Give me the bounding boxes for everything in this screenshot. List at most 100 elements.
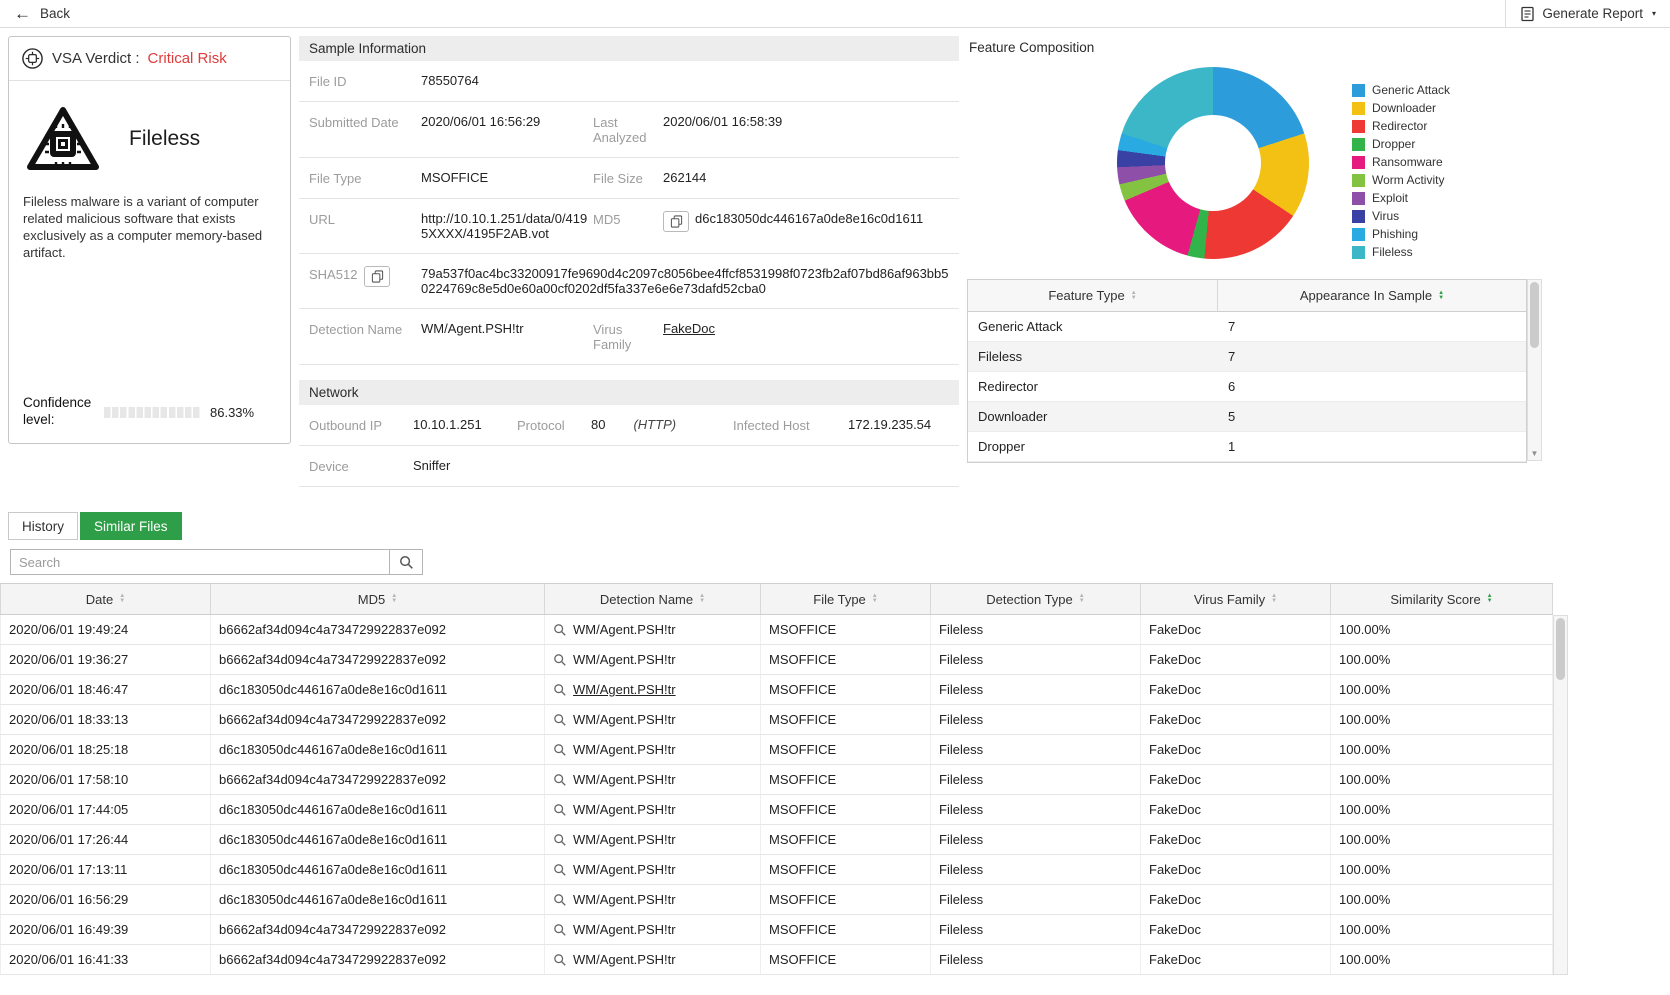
cell-detection-type: Fileless bbox=[931, 915, 1141, 944]
protocol-value: 80 bbox=[591, 417, 605, 432]
back-button[interactable]: ← Back bbox=[0, 0, 84, 27]
tab-bar: History Similar Files bbox=[0, 495, 1670, 540]
appearance-count-cell: 7 bbox=[1218, 342, 1526, 371]
detection-name-link[interactable]: WM/Agent.PSH!tr bbox=[553, 892, 676, 907]
detection-name-link[interactable]: WM/Agent.PSH!tr bbox=[553, 772, 676, 787]
table-row[interactable]: 2020/06/01 16:49:39b6662af34d094c4a73472… bbox=[0, 915, 1553, 945]
detection-name-link[interactable]: WM/Agent.PSH!tr bbox=[553, 742, 676, 757]
legend-item[interactable]: Virus bbox=[1352, 207, 1450, 225]
cell-detection-type: Fileless bbox=[931, 615, 1141, 644]
column-header-detection-name[interactable]: Detection Name▲▼ bbox=[545, 584, 761, 614]
cell-detection-name: WM/Agent.PSH!tr bbox=[545, 945, 761, 974]
cell-detection-name: WM/Agent.PSH!tr bbox=[545, 615, 761, 644]
detection-name-link[interactable]: WM/Agent.PSH!tr bbox=[553, 652, 676, 667]
file-size-label: File Size bbox=[593, 170, 663, 186]
search-button[interactable] bbox=[390, 549, 423, 575]
scrollbar-thumb[interactable] bbox=[1556, 618, 1565, 680]
legend-item[interactable]: Redirector bbox=[1352, 117, 1450, 135]
legend-item[interactable]: Generic Attack bbox=[1352, 81, 1450, 99]
table-row[interactable]: 2020/06/01 19:49:24b6662af34d094c4a73472… bbox=[0, 615, 1553, 645]
table-row[interactable]: 2020/06/01 18:46:47d6c183050dc446167a0de… bbox=[0, 675, 1553, 705]
cell-virus-family: FakeDoc bbox=[1141, 645, 1331, 674]
cell-similarity-score: 100.00% bbox=[1331, 825, 1553, 854]
column-header-label: Detection Name bbox=[600, 592, 693, 607]
file-id-label: File ID bbox=[309, 73, 421, 89]
table-row[interactable]: 2020/06/01 16:56:29d6c183050dc446167a0de… bbox=[0, 885, 1553, 915]
column-header-label: Virus Family bbox=[1194, 592, 1265, 607]
table-row[interactable]: 2020/06/01 17:13:11d6c183050dc446167a0de… bbox=[0, 855, 1553, 885]
legend-item[interactable]: Phishing bbox=[1352, 225, 1450, 243]
column-header-virus-family[interactable]: Virus Family▲▼ bbox=[1141, 584, 1331, 614]
feature-donut-chart[interactable] bbox=[1117, 67, 1309, 259]
virus-family-link[interactable]: FakeDoc bbox=[663, 321, 715, 336]
column-header-similarity-score[interactable]: Similarity Score▲▼ bbox=[1331, 584, 1553, 614]
tab-history[interactable]: History bbox=[8, 512, 78, 540]
column-header-date[interactable]: Date▲▼ bbox=[0, 584, 211, 614]
detection-name-link[interactable]: WM/Agent.PSH!tr bbox=[553, 952, 676, 967]
column-header-feature-type[interactable]: Feature Type ▲▼ bbox=[968, 280, 1218, 311]
column-header-md5[interactable]: MD5▲▼ bbox=[211, 584, 545, 614]
column-header-appearance-in-sample[interactable]: Appearance In Sample ▲▼ bbox=[1218, 280, 1526, 311]
cell-similarity-score: 100.00% bbox=[1331, 765, 1553, 794]
md5-copy-button[interactable] bbox=[663, 211, 689, 232]
cell-detection-name: WM/Agent.PSH!tr bbox=[545, 885, 761, 914]
sha512-row: SHA512 79a537f0ac4bc33200917fe9690d4c209… bbox=[299, 254, 959, 309]
legend-item[interactable]: Ransomware bbox=[1352, 153, 1450, 171]
scrollbar-thumb[interactable] bbox=[1530, 282, 1539, 348]
detection-name-link[interactable]: WM/Agent.PSH!tr bbox=[553, 862, 676, 877]
cell-date: 2020/06/01 17:13:11 bbox=[0, 855, 211, 884]
sample-information-header: Sample Information bbox=[299, 36, 959, 61]
table-row[interactable]: 2020/06/01 18:25:18d6c183050dc446167a0de… bbox=[0, 735, 1553, 765]
detection-name-link[interactable]: WM/Agent.PSH!tr bbox=[553, 832, 676, 847]
cell-md5: d6c183050dc446167a0de8e16c0d1611 bbox=[211, 825, 545, 854]
cell-virus-family: FakeDoc bbox=[1141, 915, 1331, 944]
feature-table-header: Feature Type ▲▼ Appearance In Sample ▲▼ bbox=[968, 280, 1526, 312]
cell-similarity-score: 100.00% bbox=[1331, 795, 1553, 824]
cell-virus-family: FakeDoc bbox=[1141, 945, 1331, 974]
table-row[interactable]: 2020/06/01 18:33:13b6662af34d094c4a73472… bbox=[0, 705, 1553, 735]
sha512-copy-button[interactable] bbox=[364, 266, 390, 287]
table-row[interactable]: 2020/06/01 17:44:05d6c183050dc446167a0de… bbox=[0, 795, 1553, 825]
cell-date: 2020/06/01 16:49:39 bbox=[0, 915, 211, 944]
filetype-row: File Type MSOFFICE File Size 262144 bbox=[299, 158, 959, 199]
detection-name-link[interactable]: WM/Agent.PSH!tr bbox=[553, 922, 676, 937]
feature-table-row: Redirector6 bbox=[968, 372, 1526, 402]
feature-table-scrollbar[interactable]: ▼ bbox=[1527, 279, 1542, 461]
magnifier-icon bbox=[553, 923, 567, 937]
detection-name-link[interactable]: WM/Agent.PSH!tr bbox=[553, 682, 676, 697]
cell-detection-type: Fileless bbox=[931, 855, 1141, 884]
generate-report-button[interactable]: Generate Report ▾ bbox=[1505, 0, 1670, 27]
legend-item[interactable]: Exploit bbox=[1352, 189, 1450, 207]
table-row[interactable]: 2020/06/01 16:41:33b6662af34d094c4a73472… bbox=[0, 945, 1553, 975]
cell-virus-family: FakeDoc bbox=[1141, 765, 1331, 794]
outbound-ip-label: Outbound IP bbox=[309, 417, 413, 433]
tab-similar-files[interactable]: Similar Files bbox=[80, 512, 182, 540]
column-header-file-type[interactable]: File Type▲▼ bbox=[761, 584, 931, 614]
infected-host-label: Infected Host bbox=[733, 417, 848, 433]
table-row[interactable]: 2020/06/01 17:26:44d6c183050dc446167a0de… bbox=[0, 825, 1553, 855]
detection-row: Detection Name WM/Agent.PSH!tr Virus Fam… bbox=[299, 309, 959, 365]
feature-table-body: Generic Attack7Fileless7Redirector6Downl… bbox=[968, 312, 1526, 462]
cell-virus-family: FakeDoc bbox=[1141, 795, 1331, 824]
sort-icon-active: ▲▼ bbox=[1438, 291, 1444, 301]
table-row[interactable]: 2020/06/01 19:36:27b6662af34d094c4a73472… bbox=[0, 645, 1553, 675]
scrollbar-down-arrow[interactable]: ▼ bbox=[1528, 446, 1541, 460]
legend-item[interactable]: Fileless bbox=[1352, 243, 1450, 261]
cell-detection-type: Fileless bbox=[931, 825, 1141, 854]
detection-name-link[interactable]: WM/Agent.PSH!tr bbox=[553, 622, 676, 637]
legend-item[interactable]: Downloader bbox=[1352, 99, 1450, 117]
column-header-label: Date bbox=[86, 592, 113, 607]
column-header-detection-type[interactable]: Detection Type▲▼ bbox=[931, 584, 1141, 614]
magnifier-icon bbox=[553, 833, 567, 847]
cell-detection-name: WM/Agent.PSH!tr bbox=[545, 735, 761, 764]
legend-item[interactable]: Dropper bbox=[1352, 135, 1450, 153]
legend-item[interactable]: Worm Activity bbox=[1352, 171, 1450, 189]
detection-name-label: Detection Name bbox=[309, 321, 421, 337]
cell-detection-type: Fileless bbox=[931, 675, 1141, 704]
search-input[interactable] bbox=[10, 549, 390, 575]
column-header-label: File Type bbox=[813, 592, 866, 607]
detection-name-link[interactable]: WM/Agent.PSH!tr bbox=[553, 802, 676, 817]
detection-name-link[interactable]: WM/Agent.PSH!tr bbox=[553, 712, 676, 727]
table-row[interactable]: 2020/06/01 17:58:10b6662af34d094c4a73472… bbox=[0, 765, 1553, 795]
similar-files-scrollbar[interactable] bbox=[1553, 615, 1568, 975]
